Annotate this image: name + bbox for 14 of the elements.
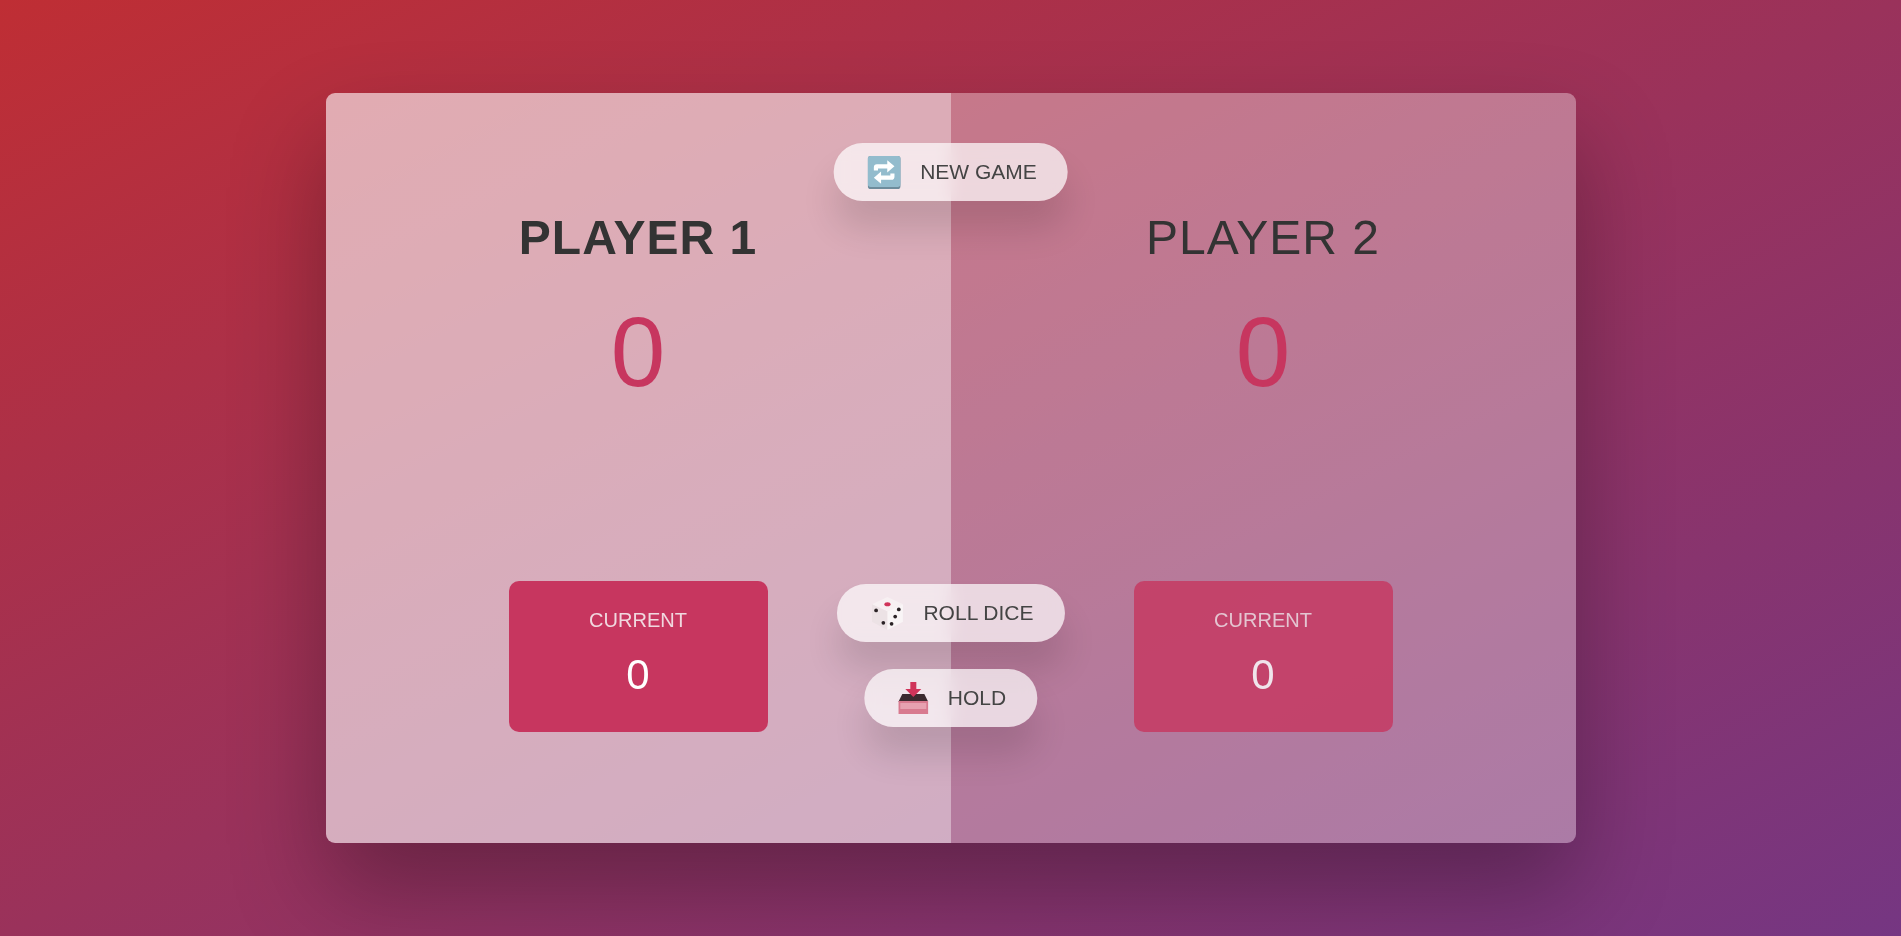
roll-dice-button[interactable]: ROLL DICE [836, 584, 1065, 642]
current-label: CURRENT [1214, 608, 1312, 633]
player-name: PLAYER 1 [518, 210, 758, 266]
current-score: 0 [626, 651, 650, 699]
total-score: 0 [1235, 297, 1291, 407]
new-game-button[interactable]: NEW GAME [833, 143, 1068, 201]
current-score: 0 [1251, 651, 1275, 699]
inbox-tray-icon [897, 682, 928, 714]
hold-button[interactable]: HOLD [863, 669, 1038, 727]
dice-icon [870, 596, 904, 630]
refresh-icon [867, 155, 901, 189]
player-name: PLAYER 2 [1146, 210, 1380, 266]
current-label: CURRENT [589, 608, 687, 633]
total-score: 0 [610, 297, 666, 407]
